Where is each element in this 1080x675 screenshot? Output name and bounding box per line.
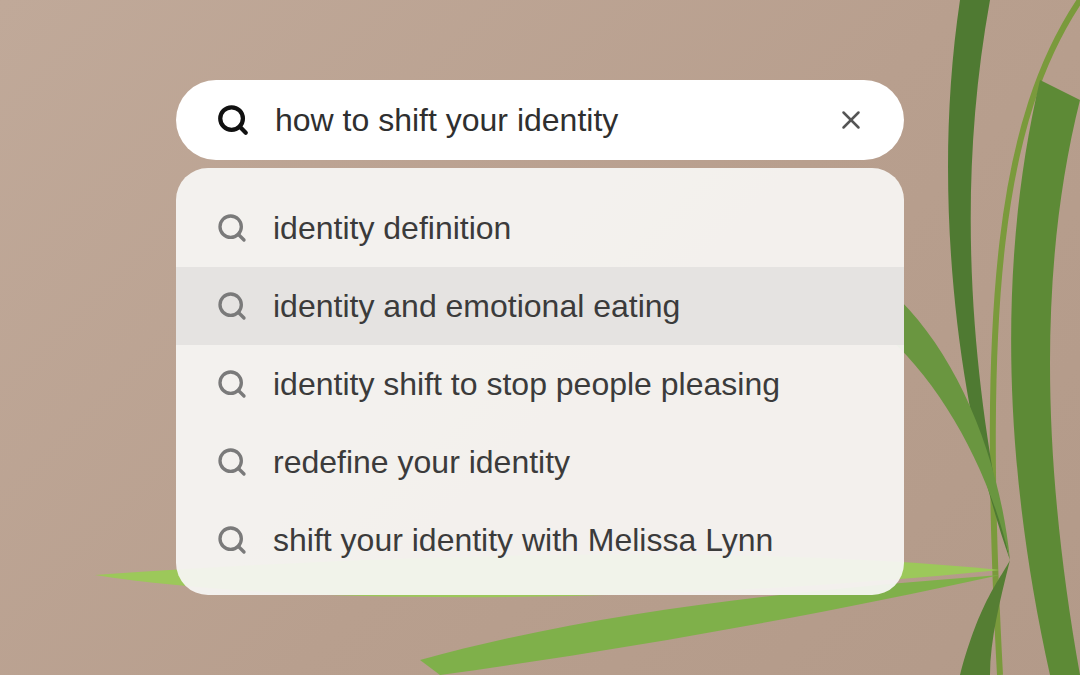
suggestion-label: redefine your identity xyxy=(273,444,570,481)
search-icon xyxy=(216,212,248,244)
search-icon xyxy=(216,446,248,478)
suggestion-label: identity shift to stop people pleasing xyxy=(273,366,780,403)
search-bar[interactable]: how to shift your identity xyxy=(176,80,904,160)
suggestion-label: identity definition xyxy=(273,210,511,247)
suggestion-row[interactable]: identity definition xyxy=(176,189,904,267)
close-icon xyxy=(836,105,866,135)
search-icon xyxy=(216,524,248,556)
search-icon xyxy=(216,290,248,322)
search-icon xyxy=(216,368,248,400)
search-icon xyxy=(216,103,250,137)
suggestion-list: identity definition identity and emotiona… xyxy=(176,168,904,595)
page: how to shift your identity identity defin… xyxy=(0,0,1080,675)
suggestion-row[interactable]: identity and emotional eating xyxy=(176,267,904,345)
suggestion-label: identity and emotional eating xyxy=(273,288,680,325)
suggestion-row[interactable]: redefine your identity xyxy=(176,423,904,501)
search-query[interactable]: how to shift your identity xyxy=(275,102,811,139)
suggestion-label: shift your identity with Melissa Lynn xyxy=(273,522,773,559)
suggestion-row[interactable]: identity shift to stop people pleasing xyxy=(176,345,904,423)
clear-button[interactable] xyxy=(836,105,866,135)
suggestion-row[interactable]: shift your identity with Melissa Lynn xyxy=(176,501,904,579)
